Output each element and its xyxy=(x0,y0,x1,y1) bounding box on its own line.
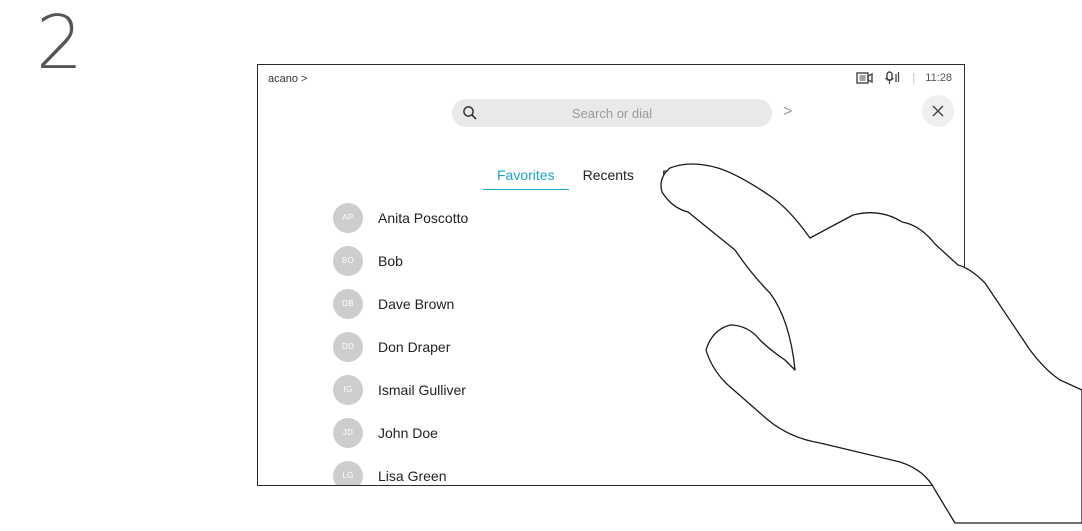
avatar: IG xyxy=(333,374,363,405)
list-item[interactable]: IG Ismail Gulliver xyxy=(333,368,468,411)
contact-name: Lisa Green xyxy=(378,467,447,484)
avatar: BO xyxy=(333,245,363,276)
search-input[interactable]: Search or dial xyxy=(452,99,772,127)
list-item[interactable]: JD John Doe xyxy=(333,411,468,454)
avatar: DD xyxy=(333,331,363,362)
tab-favorites[interactable]: Favorites xyxy=(483,165,569,190)
tab-bar: Favorites Recents Directory xyxy=(483,165,732,190)
contact-name: Ismail Gulliver xyxy=(378,381,466,398)
avatar: JD xyxy=(333,417,363,448)
contact-name: Bob xyxy=(378,252,403,269)
status-bar: | 11:28 xyxy=(856,71,952,85)
microphone-icon[interactable] xyxy=(884,71,902,85)
contact-name: John Doe xyxy=(378,424,438,441)
avatar: LG xyxy=(333,460,363,485)
close-icon xyxy=(932,105,944,117)
list-item[interactable]: DD Don Draper xyxy=(333,325,468,368)
tab-directory[interactable]: Directory xyxy=(648,165,732,187)
camera-icon[interactable] xyxy=(856,71,874,85)
contact-name: Dave Brown xyxy=(378,295,455,312)
avatar: AP xyxy=(333,202,363,233)
touch-panel-screen: acano > | 11:28 Search or dial > Favorit… xyxy=(257,64,965,486)
list-item[interactable]: DB Dave Brown xyxy=(333,282,468,325)
avatar: DB xyxy=(333,288,363,319)
list-item[interactable]: LG Lisa Green xyxy=(333,454,468,485)
status-separator: | xyxy=(912,72,916,84)
list-item[interactable]: AP Anita Poscotto xyxy=(333,196,468,239)
search-submit-arrow[interactable]: > xyxy=(783,103,792,121)
clock: 11:28 xyxy=(925,72,952,84)
contact-name: Don Draper xyxy=(378,338,451,355)
contact-list: AP Anita Poscotto BO Bob DB Dave Brown D… xyxy=(333,196,468,485)
breadcrumb[interactable]: acano > xyxy=(268,73,307,85)
search-placeholder: Search or dial xyxy=(571,106,653,121)
step-number: 2 xyxy=(36,0,84,86)
close-button[interactable] xyxy=(922,95,954,127)
tab-recents[interactable]: Recents xyxy=(569,165,648,187)
list-item[interactable]: BO Bob xyxy=(333,239,468,282)
contact-name: Anita Poscotto xyxy=(378,209,469,226)
